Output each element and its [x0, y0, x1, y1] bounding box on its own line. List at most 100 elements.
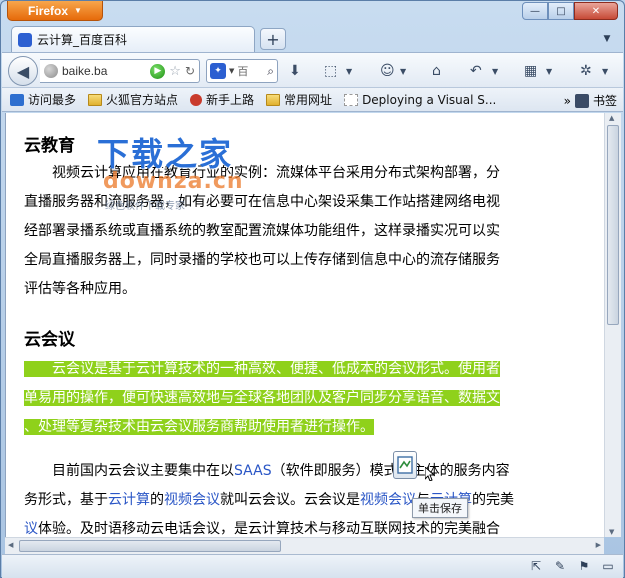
- text-line: 经部署录播系统或直播系统的教室配置流媒体功能组件，这样录播实况可以实: [24, 223, 500, 239]
- globe-icon: [44, 64, 58, 78]
- scroll-right-icon[interactable]: ▶: [596, 541, 601, 549]
- firefox-menu-label: Firefox: [28, 3, 69, 18]
- page-content[interactable]: 云教育 视频云计算应用在教育行业的实例：流媒体平台采用分布式架构部署，分 直播服…: [5, 113, 604, 537]
- back-button[interactable]: ◀: [8, 56, 38, 86]
- status-icons: ⇱ ✎ ⚑ ▭: [529, 559, 615, 573]
- mouse-cursor-icon: [425, 467, 435, 481]
- scroll-down-icon[interactable]: ▼: [609, 528, 614, 536]
- text-span: （软件即服务）模式为主体的服务内容: [271, 463, 510, 479]
- firefox-menu-button[interactable]: Firefox ▼: [7, 1, 103, 21]
- save-icon: [397, 456, 413, 474]
- bookmark-label: 常用网址: [284, 93, 333, 107]
- bookmarks-toolbar: 访问最多 火狐官方站点 新手上路 常用网址 Deploying a Visual…: [2, 88, 623, 112]
- text-span: 的: [150, 492, 164, 508]
- star-icon[interactable]: ☆: [169, 64, 181, 79]
- chevron-down-icon: ▼: [74, 6, 82, 15]
- vertical-scrollbar[interactable]: ▲ ▼: [604, 113, 621, 537]
- navigation-toolbar: ◀ baike.ba ▶ ☆ ↻ ✦ ▼ 百 ⌕ ⬇ ⬚ ▼ ☺ ▼ ⌂ ↶ ▼…: [2, 52, 623, 88]
- firefox-icon: [190, 93, 203, 106]
- section-title-cloud-education: 云教育: [24, 136, 75, 156]
- highlighted-text: 单易用的操作，便可快速高效地与全球各地团队及客户同步分享语音、数据文: [24, 390, 500, 406]
- bookmark-common-sites[interactable]: 常用网址: [266, 91, 332, 108]
- bookmarks-menu[interactable]: » 书签: [564, 92, 617, 109]
- bookmark-deploying[interactable]: Deploying a Visual S...: [344, 93, 496, 107]
- close-window-button[interactable]: ✕: [574, 2, 618, 20]
- url-bar[interactable]: baike.ba ▶ ☆ ↻: [40, 59, 200, 83]
- highlighted-text: 、处理等复杂技术由云会议服务商帮助使用者进行操作。: [24, 419, 374, 435]
- horizontal-scrollbar[interactable]: ◀ ▶: [5, 537, 604, 554]
- most-visited-icon: [10, 93, 24, 106]
- bookmark-label: Deploying a Visual S...: [362, 92, 497, 107]
- text-span: 就叫云会议。云会议是: [220, 492, 360, 508]
- chevron-down-icon: ▼: [229, 67, 235, 75]
- save-image-button[interactable]: [393, 451, 417, 479]
- tab-active[interactable]: 云计算_百度百科: [11, 26, 255, 52]
- tools-icon[interactable]: ✎: [553, 559, 567, 573]
- text-span: 体验。及时语移动云电话会议，是云计算技术与移动互联网技术的完美融合: [38, 521, 500, 537]
- url-text[interactable]: baike.ba: [62, 64, 146, 78]
- screenshot-icon[interactable]: ⬚: [324, 62, 337, 80]
- save-tooltip: 单击保存: [412, 498, 468, 518]
- history-icon[interactable]: ↶: [470, 62, 482, 80]
- bookmarks-menu-label: 书签: [592, 94, 617, 108]
- chevron-down-icon[interactable]: ▼: [602, 62, 608, 80]
- section-body-cloud-meeting-2: 目前国内云会议主要集中在以SAAS（软件即服务）模式为主体的服务内容 务形式，基…: [24, 457, 604, 537]
- tab-title: 云计算_百度百科: [37, 33, 128, 47]
- highlighted-text: 云会议是基于云计算技术的一种高效、便捷、低成本的会议形式。使用者: [24, 361, 500, 377]
- firefox-icon[interactable]: ✲: [580, 62, 592, 80]
- chevron-down-icon[interactable]: ▼: [400, 62, 406, 80]
- new-tab-button[interactable]: +: [260, 28, 286, 50]
- chevron-down-icon[interactable]: ▼: [346, 62, 352, 80]
- window-controls: — □ ✕: [522, 2, 618, 20]
- link-video-conference[interactable]: 视频会议: [360, 492, 416, 508]
- link-video-conference[interactable]: 视频会议: [164, 492, 220, 508]
- search-bar[interactable]: ✦ ▼ 百 ⌕: [206, 59, 278, 83]
- link-meeting[interactable]: 议: [24, 521, 38, 537]
- tab-list-icon[interactable]: ▼: [598, 30, 616, 48]
- text-line: 视频云计算应用在教育行业的实例：流媒体平台采用分布式架构部署，分: [24, 165, 500, 181]
- link-saas[interactable]: SAAS: [234, 463, 272, 479]
- horizontal-scroll-thumb[interactable]: [19, 540, 281, 552]
- text-span: 的完美: [472, 492, 514, 508]
- open-external-icon[interactable]: ⇱: [529, 559, 543, 573]
- bookmark-getting-started[interactable]: 新手上路: [190, 91, 254, 108]
- go-icon[interactable]: ▶: [150, 63, 166, 79]
- section-title-cloud-meeting: 云会议: [24, 330, 75, 350]
- text-span: 务形式，基于: [24, 492, 108, 508]
- section-body-cloud-education: 视频云计算应用在教育行业的实例：流媒体平台采用分布式架构部署，分 直播服务器和流…: [24, 159, 604, 304]
- baidu-paw-icon: [18, 32, 32, 47]
- folder-icon: [266, 93, 281, 106]
- scroll-up-icon[interactable]: ▲: [609, 114, 614, 122]
- flag-icon[interactable]: ⚑: [577, 559, 591, 573]
- chevron-down-icon[interactable]: ▼: [492, 62, 498, 80]
- search-engine-icon[interactable]: ✦: [210, 63, 226, 79]
- folder-icon: [88, 93, 103, 106]
- minimize-button[interactable]: —: [522, 2, 548, 20]
- link-cloud-computing[interactable]: 云计算: [108, 492, 150, 508]
- overflow-chevron[interactable]: »: [564, 94, 571, 108]
- chevron-down-icon[interactable]: ▼: [546, 62, 552, 80]
- scroll-left-icon[interactable]: ◀: [8, 541, 13, 549]
- text-line: 全局直播服务器上，同时录播的学校也可以上传存储到信息中心的流存储服务: [24, 252, 500, 268]
- back-icon: ◀: [16, 61, 30, 81]
- bookmark-label: 新手上路: [206, 93, 255, 107]
- reload-icon[interactable]: ↻: [185, 64, 195, 78]
- download-icon[interactable]: ⬇: [289, 62, 301, 80]
- window-icon[interactable]: ▭: [601, 559, 615, 573]
- maximize-button[interactable]: □: [548, 2, 574, 20]
- search-icon[interactable]: ⌕: [267, 64, 274, 79]
- addon-icon[interactable]: ☺: [380, 62, 395, 80]
- text-span: 目前国内云会议主要集中在以: [24, 463, 234, 479]
- bookmark-most-visited[interactable]: 访问最多: [10, 91, 76, 108]
- bookmark-star-icon: [574, 93, 589, 108]
- apps-icon[interactable]: ▦: [524, 62, 537, 80]
- text-line: 直播服务器和流服务器，如有必要可在信息中心架设采集工作站搭建网络电视: [24, 194, 500, 210]
- search-engine-text: 百: [237, 65, 249, 78]
- bookmark-firefox-site[interactable]: 火狐官方站点: [88, 91, 178, 108]
- bookmark-label: 访问最多: [28, 93, 77, 107]
- status-bar: ⇱ ✎ ⚑ ▭: [2, 554, 623, 578]
- home-icon[interactable]: ⌂: [432, 62, 441, 80]
- vertical-scroll-thumb[interactable]: [607, 125, 619, 325]
- text-line: 评估等各种应用。: [24, 281, 136, 297]
- bookmark-label: 火狐官方站点: [106, 93, 179, 107]
